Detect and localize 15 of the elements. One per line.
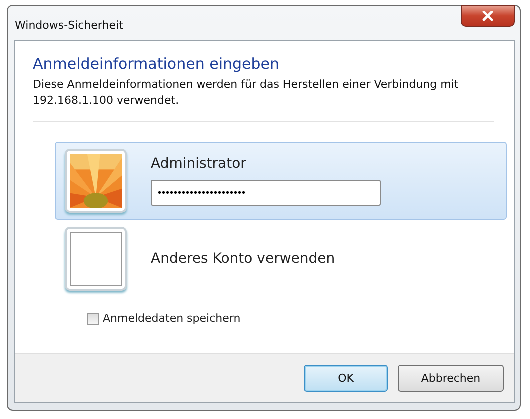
- account-tile[interactable]: Anderes Konto verwenden: [55, 220, 507, 298]
- account-name: Administrator: [151, 156, 248, 172]
- close-icon: [482, 11, 494, 21]
- close-button[interactable]: [461, 5, 515, 27]
- dialog-description: Diese Anmeldeinformationen werden für das Herstellen einer Verbindung mit 192.168.1.100 verwendet.: [33, 77, 460, 109]
- checkbox-label: Anmeldedaten speichern: [103, 312, 241, 325]
- password-field[interactable]: ••••••••••••••••••••••: [151, 180, 381, 206]
- dialog-heading: Anmeldeinformationen eingeben: [33, 55, 281, 73]
- dialog-button[interactable]: Abbrechen: [398, 364, 504, 392]
- window-title: Windows-Sicherheit: [15, 19, 124, 32]
- account-tile[interactable]: Administrator ••••••••••••••••••••••: [55, 142, 507, 220]
- dialog-button[interactable]: OK: [304, 364, 388, 392]
- remember-checkbox[interactable]: [87, 312, 99, 324]
- avatar-frame: [65, 227, 127, 291]
- account-name: Anderes Konto verwenden: [151, 251, 336, 267]
